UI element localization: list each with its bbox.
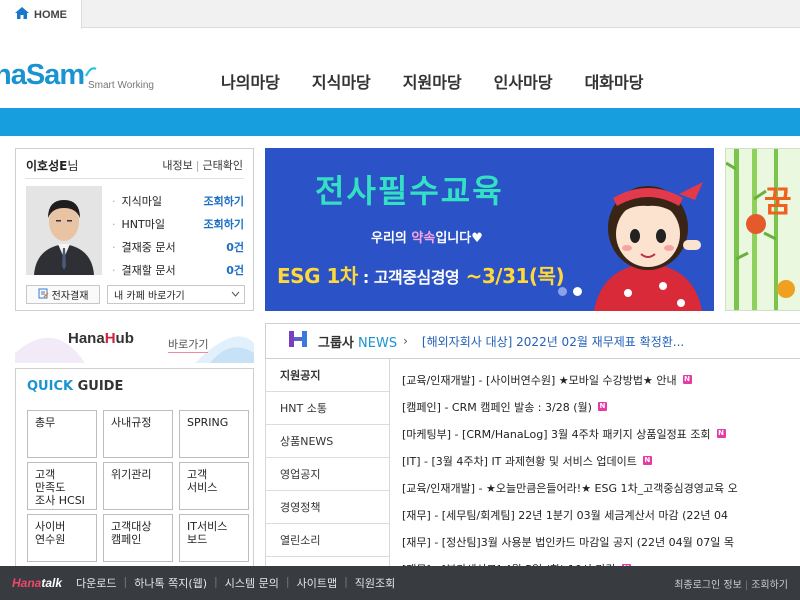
quick-item-customer-service[interactable]: 고객 서비스 [179, 462, 249, 510]
list-item[interactable]: [교육/인재개발] - [사이버연수원] ★모바일 수강방법★ 안내 N [402, 366, 800, 393]
attendance-link[interactable]: 근태확인 [203, 159, 243, 172]
footer-bar: Hanatalk 다운로드 | 하나톡 쪽지(웹) | 시스템 문의 | 사이트맵 | … [0, 566, 800, 600]
document-icon [38, 288, 49, 302]
notice-list: [교육/인재개발] - [사이버연수원] ★모바일 수강방법★ 안내 N [캠페인… [402, 366, 800, 582]
chevron-right-icon[interactable]: › [403, 334, 408, 348]
stat-row: 지식마일조회하기 [112, 189, 245, 212]
hnt-mile-link[interactable]: 조회하기 [204, 216, 244, 232]
chevron-down-icon [231, 289, 240, 300]
list-item[interactable]: [마케팅부] - [CRM/HanaLog] 3월 4주차 패키지 상품일정표 … [402, 420, 800, 447]
quick-item-regulations[interactable]: 사내규정 [103, 410, 173, 458]
tab-hnt[interactable]: HNT 소통 [266, 392, 389, 425]
quick-guide-title: QUICK GUIDE [27, 379, 124, 394]
pager-dot[interactable] [558, 287, 567, 296]
footer-link-system-inquiry[interactable]: 시스템 문의 [225, 575, 279, 591]
list-item[interactable]: [재무] - [정산팀]3월 사용분 법인카드 마감일 공지 (22년 04월 … [402, 528, 800, 555]
todo-docs-count[interactable]: 0건 [226, 262, 244, 278]
avatar [26, 186, 102, 275]
stat-row: HNT마일조회하기 [112, 212, 245, 235]
quick-item-crisis[interactable]: 위기관리 [103, 462, 173, 510]
e-approval-button[interactable]: 전자결재 [26, 285, 100, 304]
logo[interactable]: naSam [0, 59, 85, 92]
tab-support-notice[interactable]: 지원공지 [266, 359, 389, 392]
main-nav: 나의마당 지식마당 지원마당 인사마당 대화마당 [205, 69, 659, 93]
new-badge: N [597, 402, 607, 411]
footer-link-download[interactable]: 다운로드 [76, 575, 116, 591]
tab-product-news[interactable]: 상품NEWS [266, 425, 389, 458]
list-item[interactable]: [캠페인] - CRM 캠페인 발송 : 3/28 (월) N [402, 393, 800, 420]
cafe-select[interactable]: 내 카페 바로가기 [107, 285, 245, 304]
nav-item-my[interactable]: 나의마당 [205, 69, 296, 93]
list-item[interactable]: [교육/인재개발] - ★오늘만큼은들어라!★ ESG 1차_고객중심경영교육 … [402, 474, 800, 501]
new-badge: N [642, 456, 652, 465]
group-news-bar: 그룹사 NEWS › [해외자회사 대상] 2022년 02월 재무제표 확정환… [265, 323, 800, 359]
profile-panel: 이호성E님 내정보|근태확인 지식마일조회하기 HNT마일조회하기 결재중 문서… [15, 148, 254, 311]
stat-row: 결재할 문서0건 [112, 258, 245, 281]
nav-item-hr[interactable]: 인사마당 [478, 69, 569, 93]
profile-stats: 지식마일조회하기 HNT마일조회하기 결재중 문서0건 결재할 문서0건 [112, 189, 245, 281]
quick-guide-panel: QUICK GUIDE 총무 사내규정 SPRING 고객 만족도 조사 HCS… [15, 368, 254, 568]
banner-pager [558, 287, 582, 296]
banner-title: 전사필수교육 [315, 172, 504, 210]
footer-link-web-message[interactable]: 하나톡 쪽지(웹) [134, 575, 207, 591]
tab-management-policy[interactable]: 경영정책 [266, 491, 389, 524]
footer-links: 다운로드 | 하나톡 쪽지(웹) | 시스템 문의 | 사이트맵 | 직원조회 [76, 575, 396, 591]
divider [25, 178, 244, 179]
quick-item-campaign[interactable]: 고객대상 캠페인 [103, 514, 173, 562]
hanatalk-logo[interactable]: Hanatalk [12, 576, 62, 590]
logo-subtitle: Smart Working [88, 80, 154, 91]
user-name: 이호성E님 [26, 159, 79, 173]
hanahub-logo: HanaHub [68, 330, 134, 347]
tab-sales-notice[interactable]: 영업공지 [266, 458, 389, 491]
banner-esg: ESG 1차 : 고객중심경영 ~3/31(목) [277, 264, 565, 288]
quick-guide-grid: 총무 사내규정 SPRING 고객 만족도 조사 HCSI 위기관리 고객 서비… [27, 410, 249, 562]
home-tab[interactable]: HOME [0, 0, 82, 29]
new-badge: N [682, 375, 692, 384]
banner-character-illustration [583, 168, 713, 311]
side-banner-text: 꿈 [764, 185, 792, 220]
quick-item-hcsi[interactable]: 고객 만족도 조사 HCSI [27, 462, 97, 510]
header: naSam Smart Working 나의마당 지식마당 지원마당 인사마당 … [0, 29, 800, 108]
list-item[interactable]: [IT] - [3월 4주차] IT 과제현황 및 서비스 업데이트 N [402, 447, 800, 474]
home-icon [14, 5, 30, 24]
last-login-info: 최종로그인 정보 | 조회하기 [674, 580, 788, 591]
notice-tabs: 지원공지 HNT 소통 상품NEWS 영업공지 경영정책 열린소리 [265, 359, 390, 569]
quick-item-spring[interactable]: SPRING [179, 410, 249, 458]
profile-links: 내정보 | 근태확인 [162, 159, 243, 172]
tab-open-voice[interactable]: 열린소리 [266, 524, 389, 557]
group-news-headline[interactable]: [해외자회사 대상] 2022년 02월 재무제표 확정환... [422, 333, 684, 350]
stat-row: 결재중 문서0건 [112, 235, 245, 258]
quick-item-cyber-academy[interactable]: 사이버 연수원 [27, 514, 97, 562]
nav-item-knowledge[interactable]: 지식마당 [296, 69, 387, 93]
side-banner[interactable]: 꿈 [725, 148, 800, 311]
hanahub-link[interactable]: HanaHub 바로가기 [15, 323, 254, 363]
accent-bar [0, 108, 800, 136]
pager-dot-active[interactable] [573, 287, 582, 296]
quick-item-it-board[interactable]: IT서비스 보드 [179, 514, 249, 562]
banner-subtitle: 우리의 약속입니다♥ [371, 231, 483, 246]
group-news-label: 그룹사 NEWS [318, 335, 398, 351]
new-badge: N [716, 429, 726, 438]
hub-decoration [15, 336, 254, 363]
pending-docs-count[interactable]: 0건 [226, 239, 244, 255]
nav-item-talk[interactable]: 대화마당 [569, 69, 660, 93]
footer-link-sitemap[interactable]: 사이트맵 [297, 575, 337, 591]
hanahub-go-link[interactable]: 바로가기 [168, 336, 209, 353]
nav-item-support[interactable]: 지원마당 [387, 69, 478, 93]
my-info-link[interactable]: 내정보 [162, 159, 192, 172]
list-item[interactable]: [재무] - [세무팀/회계팀] 22년 1분기 03월 세금계산서 마감 (2… [402, 501, 800, 528]
home-label: HOME [34, 8, 67, 21]
group-logo-icon [288, 330, 308, 352]
last-login-link[interactable]: 조회하기 [751, 580, 788, 591]
quick-item-general-affairs[interactable]: 총무 [27, 410, 97, 458]
main-banner[interactable]: 전사필수교육 우리의 약속입니다♥ ESG 1차 : 고객중심경영 ~3/31(… [265, 148, 714, 311]
top-strip [0, 0, 800, 28]
footer-link-staff-search[interactable]: 직원조회 [355, 575, 395, 591]
knowledge-mile-link[interactable]: 조회하기 [204, 193, 244, 209]
